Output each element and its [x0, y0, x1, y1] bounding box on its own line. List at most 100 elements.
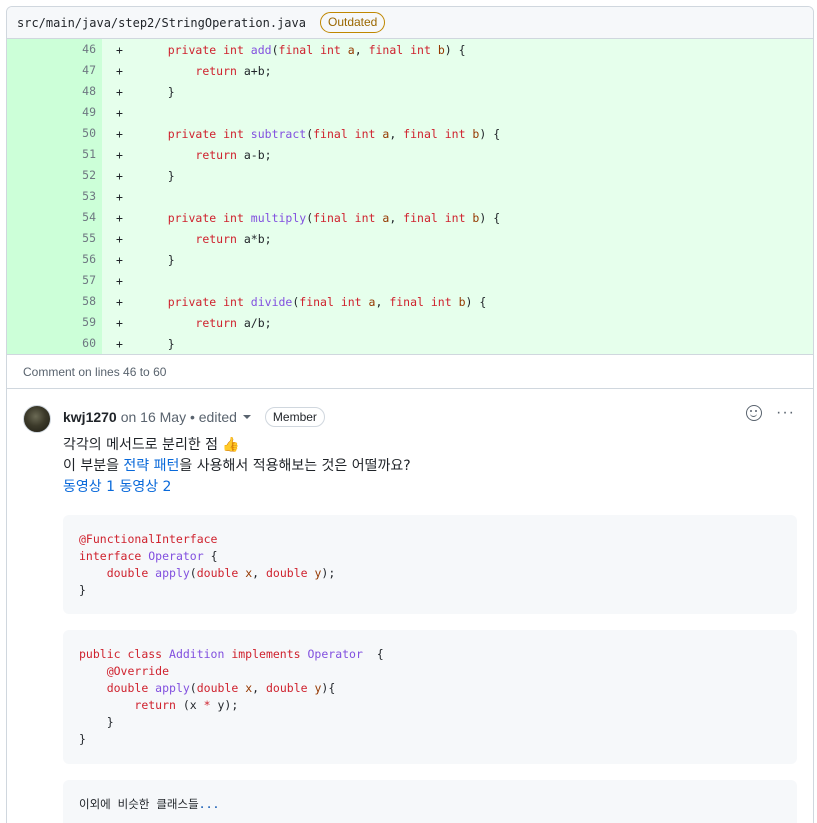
chevron-down-icon[interactable] — [242, 415, 251, 419]
comment-date[interactable]: on 16 May • edited — [121, 409, 237, 425]
review-thread: src/main/java/step2/StringOperation.java… — [6, 6, 814, 823]
line-number[interactable]: 55 — [7, 228, 102, 249]
code-line: private int divide(final int a, final in… — [140, 294, 487, 309]
author-name[interactable]: kwj1270 — [63, 409, 117, 425]
code-token: a-b; — [243, 147, 272, 162]
line-number[interactable]: 46 — [7, 39, 102, 60]
diff-line[interactable]: 47 + return a+b; — [7, 60, 813, 81]
code-line: private int multiply(final int a, final … — [140, 211, 500, 225]
addition-marker: + — [116, 231, 123, 246]
code-line: } — [79, 582, 781, 599]
member-badge: Member — [264, 407, 325, 427]
code-cell: + — [102, 186, 140, 207]
line-number[interactable]: 57 — [7, 270, 102, 291]
code-token: multiply — [250, 210, 307, 225]
comment-text: 이 부분을 — [63, 458, 124, 474]
line-number[interactable]: 60 — [7, 333, 102, 354]
line-number[interactable]: 51 — [7, 144, 102, 165]
code-cell: + private int add(final int a, final int… — [102, 39, 466, 60]
kebab-icon[interactable]: ··· — [776, 405, 795, 421]
code-token: (x — [182, 698, 204, 712]
review-comment: ··· kwj1270 on 16 May • edited Member 각각… — [7, 389, 813, 823]
code-token: a — [347, 42, 355, 57]
code-line: return a/b; — [140, 316, 271, 330]
code-token: , — [375, 294, 390, 309]
line-number[interactable]: 47 — [7, 60, 102, 81]
code-line: } — [79, 731, 781, 748]
code-cell: + return a/b; — [102, 312, 272, 333]
code-cell: + } — [102, 81, 175, 102]
code-token: @FunctionalInterface — [79, 532, 218, 546]
diff-line[interactable]: 54 + private int multiply(final int a, fi… — [7, 207, 813, 228]
code-token: ( — [271, 42, 279, 57]
diff-line[interactable]: 58 + private int divide(final int a, fina… — [7, 291, 813, 312]
video-2-link[interactable]: 동영상 2 — [119, 479, 171, 495]
diff-line[interactable]: 53 + — [7, 186, 813, 207]
line-number[interactable]: 54 — [7, 207, 102, 228]
line-number[interactable]: 59 — [7, 312, 102, 333]
diff-line[interactable]: 50 + private int subtract(final int a, fi… — [7, 123, 813, 144]
code-token: double — [196, 681, 246, 695]
code-token: Operator — [148, 549, 204, 563]
comment-line-2: 이 부분을 전략 패턴을 사용해서 적용해보는 것은 어떨까요? — [63, 456, 797, 477]
line-number[interactable]: 48 — [7, 81, 102, 102]
code-token: int — [223, 210, 251, 225]
diff-line[interactable]: 46 + private int add(final int a, final i… — [7, 39, 813, 60]
line-number[interactable]: 52 — [7, 165, 102, 186]
comment-line-1: 각각의 메서드로 분리한 점 👍 — [63, 435, 797, 456]
diff-line[interactable]: 52 + } — [7, 165, 813, 186]
code-token: int — [410, 42, 438, 57]
diff-line[interactable]: 60 + } — [7, 333, 813, 354]
comment-text: 을 사용해서 적용해보는 것은 어떨까요? — [179, 458, 411, 474]
code-token: ); — [321, 566, 336, 580]
line-number[interactable]: 53 — [7, 186, 102, 207]
comment-meta: kwj1270 on 16 May • edited Member — [63, 405, 797, 429]
addition-marker: + — [116, 126, 123, 141]
addition-marker: + — [116, 147, 123, 162]
addition-marker: + — [116, 168, 123, 183]
code-token: * — [203, 698, 218, 712]
line-number[interactable]: 49 — [7, 102, 102, 123]
code-cell: + — [102, 270, 140, 291]
code-line: double apply(double x, double y){ — [79, 680, 781, 697]
addition-marker: + — [116, 336, 123, 351]
code-token: final — [299, 294, 341, 309]
diff-line[interactable]: 49 + — [7, 102, 813, 123]
addition-marker: + — [116, 294, 123, 309]
diff-line[interactable]: 48 + } — [7, 81, 813, 102]
avatar[interactable] — [23, 405, 51, 433]
diff-line[interactable]: 51 + return a-b; — [7, 144, 813, 165]
file-path[interactable]: src/main/java/step2/StringOperation.java — [17, 16, 306, 30]
code-line: } — [79, 714, 781, 731]
line-number[interactable]: 50 — [7, 123, 102, 144]
code-token: return — [195, 63, 244, 78]
code-token: class — [127, 647, 170, 661]
code-token: } — [79, 715, 114, 729]
code-token: final — [313, 126, 355, 141]
addition-marker: + — [116, 210, 123, 225]
smiley-icon[interactable] — [746, 405, 763, 421]
thumbs-up-icon: 👍 — [222, 437, 240, 453]
diff-line[interactable]: 56 + } — [7, 249, 813, 270]
comment-text: 각각의 메서드로 분리한 점 — [63, 437, 219, 453]
strategy-pattern-link[interactable]: 전략 패턴 — [123, 458, 179, 474]
code-token: private — [167, 126, 224, 141]
code-token: double — [266, 566, 315, 580]
code-line: public class Addition implements Operato… — [79, 646, 781, 663]
video-1-link[interactable]: 동영상 1 — [63, 479, 115, 495]
code-cell: + } — [102, 165, 175, 186]
code-token: int — [223, 42, 251, 57]
code-token: final — [389, 294, 431, 309]
code-line: } — [140, 337, 175, 351]
diff-line[interactable]: 57 + — [7, 270, 813, 291]
diff-line[interactable]: 55 + return a*b; — [7, 228, 813, 249]
code-line: return a*b; — [140, 232, 271, 246]
code-token: subtract — [250, 126, 307, 141]
line-number[interactable]: 58 — [7, 291, 102, 312]
code-token: } — [167, 252, 175, 267]
diff-line[interactable]: 59 + return a/b; — [7, 312, 813, 333]
line-number[interactable]: 56 — [7, 249, 102, 270]
